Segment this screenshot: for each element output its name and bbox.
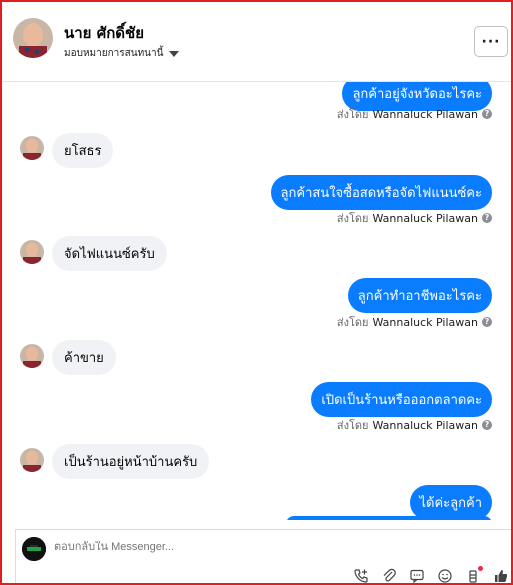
composer-toolbar [351,566,511,583]
partial-outgoing-message [286,516,492,520]
incoming-message: ยโสธร [52,133,114,168]
incoming-message: ค้าขาย [52,340,116,375]
phone-plus-icon[interactable] [351,567,371,583]
conversation-header: นาย ศักดิ์ชัย มอบหมายการสนทนานี้ ··· [2,2,511,82]
notification-dot [478,566,483,571]
more-options-button[interactable]: ··· [474,26,508,57]
contact-avatar[interactable] [13,18,53,58]
messenger-panel: นาย ศักดิ์ชัย มอบหมายการสนทนานี้ ··· ลูก… [0,0,513,585]
emoji-icon[interactable] [435,567,455,583]
contact-mini-avatar [20,136,44,160]
message-thread[interactable]: ลูกค้าอยู่จังหวัดอะไรคะ ส่งโดย Wannaluck … [2,82,511,520]
contact-mini-avatar [20,448,44,472]
outgoing-message: ลูกค้าทำอาชีพอะไรคะ [347,278,492,313]
info-icon[interactable]: ? [482,317,492,327]
incoming-message: จัดไฟแนนซ์ครับ [52,236,167,271]
outgoing-message: ลูกค้าสนใจซื้อสดหรือจัดไฟแนนซ์คะ [270,175,492,210]
sent-by-label: ส่งโดย Wannaluck Pilawan? [337,105,492,123]
gift-icon[interactable] [463,566,483,583]
caret-down-icon [169,50,180,57]
sent-by-label: ส่งโดย Wannaluck Pilawan? [337,209,492,227]
info-icon[interactable]: ? [482,213,492,223]
info-icon[interactable]: ? [482,420,492,430]
reply-composer [15,529,511,583]
assign-conversation-dropdown[interactable]: มอบหมายการสนทนานี้ [64,46,180,61]
reply-input[interactable] [54,541,354,553]
sent-by-label: ส่งโดย Wannaluck Pilawan? [337,313,492,331]
chat-icon[interactable] [407,567,427,583]
outgoing-message: ได้ค่ะลูกค้า [409,485,492,520]
sent-by-label: ส่งโดย Wannaluck Pilawan? [337,416,492,434]
info-icon[interactable]: ? [482,109,492,119]
incoming-message: เป็นร้านอยู่หน้าบ้านครับ [52,444,210,479]
contact-mini-avatar [20,240,44,264]
page-avatar [22,537,46,561]
contact-name: นาย ศักดิ์ชัย [64,24,145,42]
thumbs-up-icon[interactable] [491,567,511,583]
contact-mini-avatar [20,344,44,368]
outgoing-message: เปิดเป็นร้านหรือออกตลาดคะ [311,382,492,417]
assign-label: มอบหมายการสนทนานี้ [64,48,164,59]
paperclip-icon[interactable] [379,567,399,583]
